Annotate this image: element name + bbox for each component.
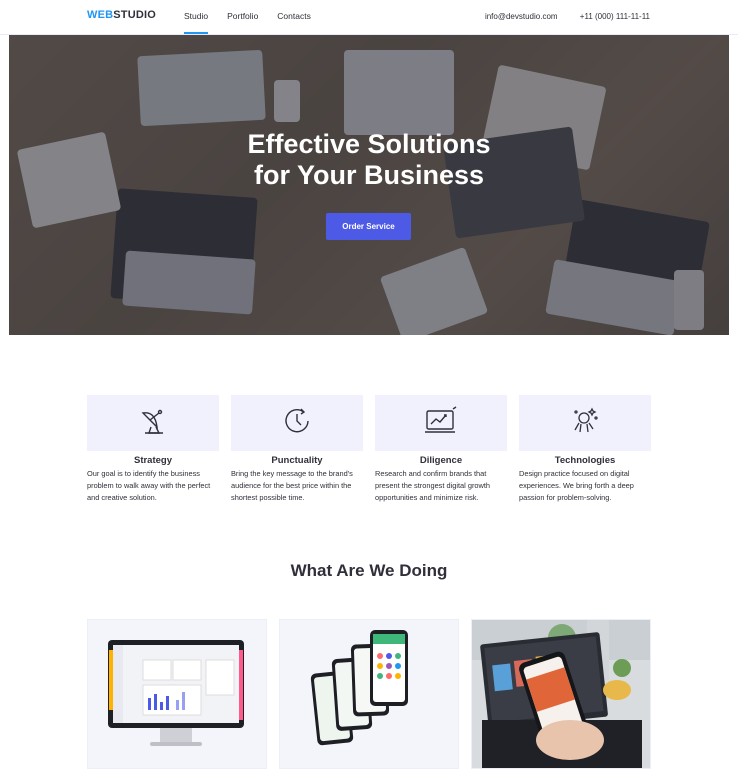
header-contacts: info@devstudio.com +11 (000) 111-11-11: [465, 0, 650, 33]
feature-title: Diligence: [419, 455, 463, 466]
hero-title-line2: for Your Business: [253, 160, 485, 190]
features-list: Strategy Our goal is to identify the bus…: [87, 395, 651, 504]
logo-part-studio: STUDIO: [113, 9, 157, 21]
feature-strategy: Strategy Our goal is to identify the bus…: [87, 395, 219, 504]
portfolio-card-phone[interactable]: [471, 619, 651, 769]
feature-icon-box: [519, 395, 651, 451]
feature-technologies: Technologies Design practice focused on …: [519, 395, 651, 504]
feature-description: Research and confirm brands that present…: [375, 469, 491, 502]
feature-punctuality: Punctuality Bring the key message to the…: [231, 395, 363, 504]
feature-icon-box: [231, 395, 363, 451]
email-link[interactable]: info@devstudio.com: [485, 12, 558, 21]
portfolio-cards: [87, 619, 651, 769]
astronaut-icon: [568, 404, 602, 443]
site-header: WEBSTUDIO Studio Portfolio Contacts info…: [0, 0, 738, 35]
mobile-app-screens-icon: [280, 630, 458, 768]
feature-icon-box: [375, 395, 507, 451]
feature-icon-box: [87, 395, 219, 451]
logo[interactable]: WEBSTUDIO: [87, 9, 156, 21]
desktop-dashboard-icon: [88, 640, 266, 768]
phone-link[interactable]: +11 (000) 111-11-11: [580, 12, 650, 21]
feature-title: Punctuality: [271, 455, 323, 466]
logo-part-web: WEB: [87, 9, 114, 21]
feature-title: Technologies: [554, 455, 616, 466]
section-title: What Are We Doing: [290, 561, 448, 580]
feature-description: Bring the key message to the brand's aud…: [231, 469, 353, 502]
feature-description: Our goal is to identify the business pro…: [87, 469, 211, 502]
monitor-chart-icon: [424, 405, 458, 441]
nav-studio[interactable]: Studio: [184, 0, 209, 34]
phone-in-hand-icon: [472, 620, 650, 768]
order-service-button[interactable]: Order Service: [326, 213, 411, 240]
nav-portfolio[interactable]: Portfolio: [227, 0, 258, 34]
clock-icon: [281, 405, 313, 442]
feature-diligence: Diligence Research and confirm brands th…: [375, 395, 507, 504]
nav-contacts[interactable]: Contacts: [277, 0, 311, 34]
feature-description: Design practice focused on digital exper…: [519, 469, 634, 502]
hero-title: Effective Solutions for Your Business: [9, 129, 729, 191]
satellite-dish-icon: [137, 405, 169, 442]
portfolio-card-desktop[interactable]: [87, 619, 267, 769]
hero-section: Effective Solutions for Your Business Or…: [9, 35, 729, 335]
main-nav: Studio Portfolio Contacts: [184, 0, 330, 34]
portfolio-card-mobile[interactable]: [279, 619, 459, 769]
feature-title: Strategy: [133, 455, 172, 466]
hero-title-line1: Effective Solutions: [247, 129, 491, 159]
